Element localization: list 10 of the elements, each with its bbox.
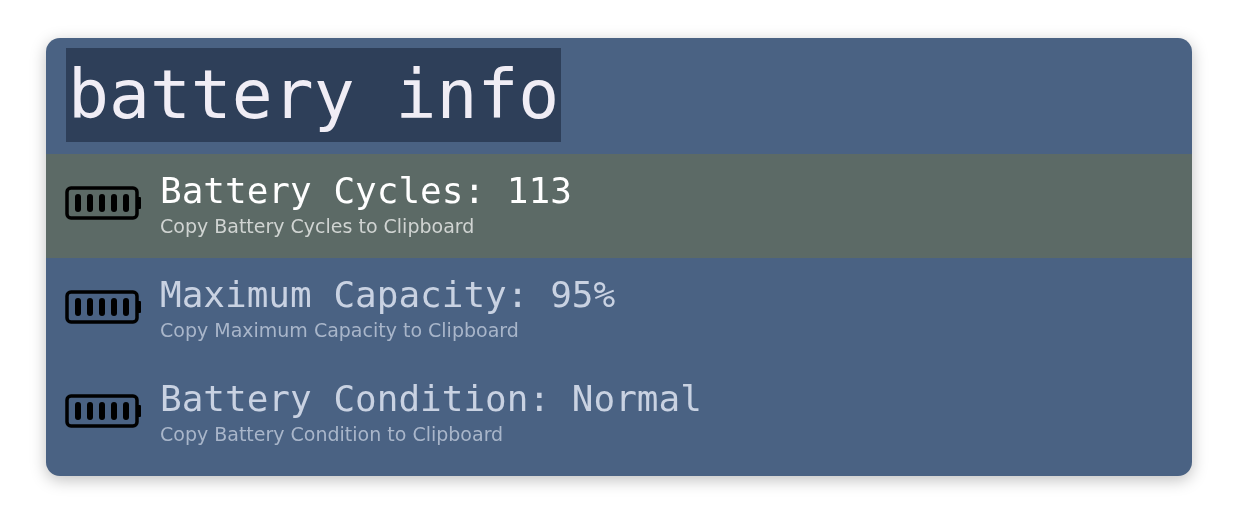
result-item[interactable]: Battery Condition: Normal Copy Battery Condition to Clipboard (46, 362, 1192, 466)
result-item[interactable]: Battery Cycles: 113 Copy Battery Cycles to Clipboard (46, 154, 1192, 258)
result-subtitle: Copy Maximum Capacity to Clipboard (160, 319, 520, 341)
result-subtitle: Copy Battery Condition to Clipboard (160, 423, 505, 445)
search-field[interactable]: battery info (66, 48, 562, 142)
result-item[interactable]: Maximum Capacity: 95% Copy Maximum Capacity to Clipboard (46, 258, 1192, 362)
result-subtitle: Copy Battery Cycles to Clipboard (160, 215, 476, 237)
result-title: Maximum Capacity: 95% (160, 273, 616, 317)
result-title: Battery Condition: Normal (160, 377, 702, 421)
result-title: Battery Cycles: 113 (160, 169, 572, 213)
